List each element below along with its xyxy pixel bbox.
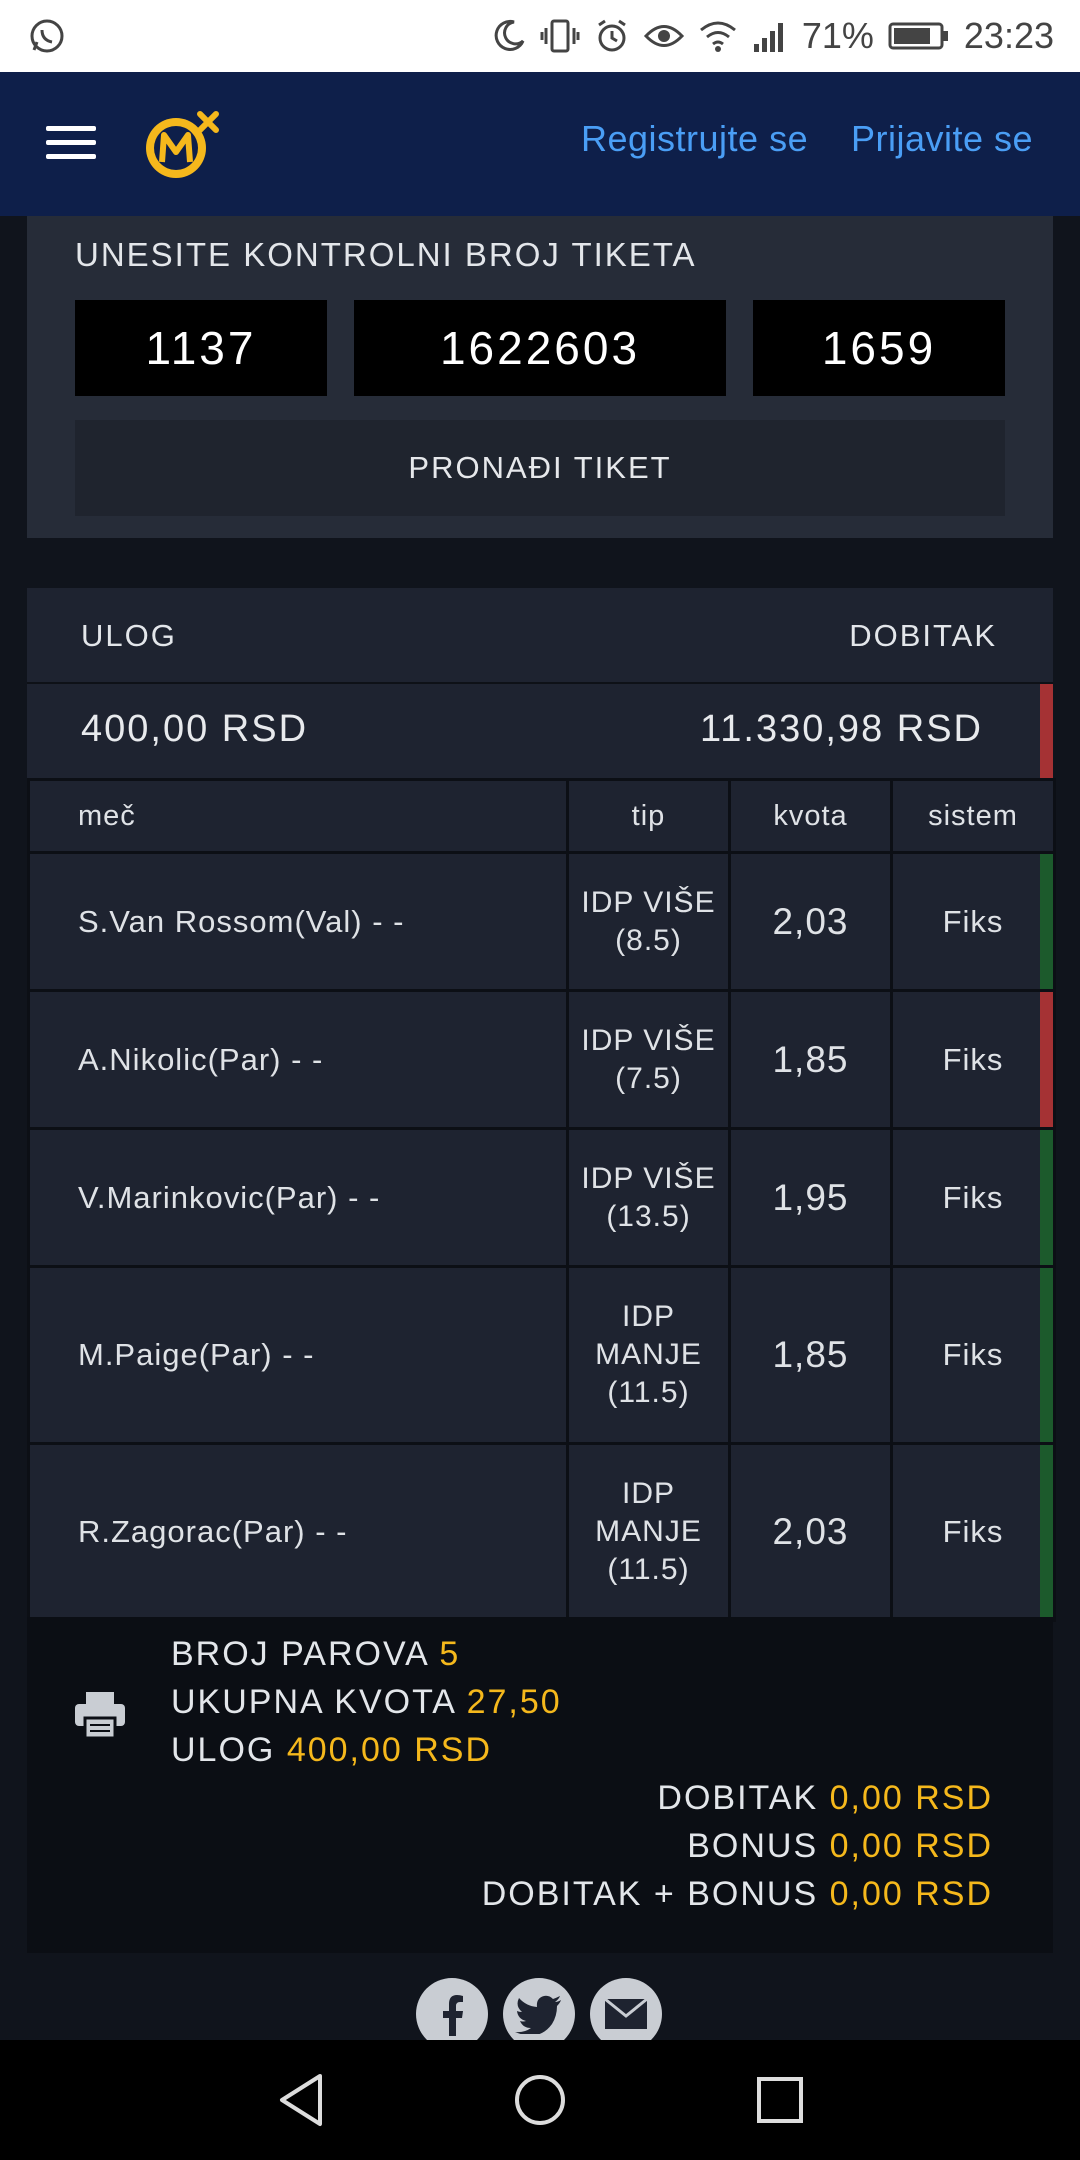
system-label: Fiks — [942, 1337, 1004, 1372]
total-odd-value: 27,50 — [466, 1683, 562, 1721]
picks-header-row: meč tip kvota sistem — [27, 778, 1056, 854]
row-status-stripe — [1040, 1268, 1053, 1442]
menu-icon[interactable] — [46, 126, 96, 162]
match-name: A.Nikolic(Par) - - — [27, 989, 569, 1130]
summary-stake-value: 400,00 RSD — [286, 1731, 493, 1769]
login-link[interactable]: Prijavite se — [851, 118, 1033, 160]
ticket: ULOG DOBITAK 400,00 RSD 11.330,98 RSD me… — [27, 588, 1056, 1622]
win-bonus-label: DOBITAK + BONUS — [481, 1875, 819, 1913]
system-value: Fiks — [890, 1265, 1056, 1445]
summary-win-label: DOBITAK — [657, 1779, 819, 1817]
navigation-bar — [0, 2040, 1080, 2160]
column-header-tip: tip — [566, 778, 731, 854]
total-odd-line: UKUPNA KVOTA 27,50 — [171, 1683, 562, 1722]
column-header-match: meč — [27, 778, 569, 854]
control-number-field-2[interactable]: 1622603 — [354, 300, 726, 396]
match-name: R.Zagorac(Par) - - — [27, 1442, 569, 1622]
odd-value: 1,95 — [728, 1127, 893, 1268]
summary-stake-label: ULOG — [171, 1731, 276, 1769]
row-status-stripe — [1040, 992, 1053, 1127]
tip-value: IDP VIŠE (7.5) — [566, 989, 731, 1130]
whatsapp-icon — [28, 17, 66, 55]
print-icon[interactable] — [73, 1690, 127, 1740]
control-number-field-1[interactable]: 1137 — [75, 300, 327, 396]
back-icon[interactable] — [276, 2070, 326, 2135]
system-value: Fiks — [890, 989, 1056, 1130]
moon-icon — [492, 19, 526, 53]
vibrate-icon — [540, 18, 580, 54]
battery-percent: 71% — [801, 15, 874, 56]
table-row: A.Nikolic(Par) - - IDP VIŠE (7.5) 1,85 F… — [27, 989, 1056, 1130]
pairs-label: BROJ PAROVA — [171, 1635, 428, 1673]
register-link[interactable]: Registrujte se — [581, 118, 808, 160]
tip-value: IDP VIŠE (8.5) — [566, 851, 731, 992]
win-bonus-line: DOBITAK + BONUS 0,00 RSD — [482, 1875, 993, 1914]
win-value: 11.330,98 RSD — [699, 708, 983, 750]
home-icon[interactable] — [514, 2070, 566, 2135]
table-row: S.Van Rossom(Val) - - IDP VIŠE (8.5) 2,0… — [27, 851, 1056, 992]
alarm-icon — [594, 18, 630, 54]
win-label: DOBITAK — [849, 618, 997, 653]
odd-value: 1,85 — [728, 989, 893, 1130]
system-label: Fiks — [942, 1041, 1004, 1077]
ticket-summary: BROJ PAROVA 5 UKUPNA KVOTA 27,50 ULOG 40… — [27, 1617, 1053, 1953]
system-label: Fiks — [942, 903, 1004, 939]
ticket-amounts: 400,00 RSD 11.330,98 RSD — [27, 684, 1053, 778]
signal-icon — [752, 20, 788, 52]
summary-win-value: 0,00 RSD — [829, 1779, 993, 1817]
picks-table: meč tip kvota sistem S.Van Rossom(Val) -… — [27, 778, 1056, 1622]
match-name: M.Paige(Par) - - — [27, 1265, 569, 1445]
find-ticket-button[interactable]: PRONAĐI TIKET — [75, 420, 1005, 516]
stake-line: ULOG 400,00 RSD — [171, 1731, 492, 1770]
row-status-stripe — [1040, 854, 1053, 989]
win-line: DOBITAK 0,00 RSD — [657, 1779, 993, 1818]
stake-value: 400,00 RSD — [81, 708, 309, 750]
control-number-title: UNESITE KONTROLNI BROJ TIKETA — [75, 236, 697, 273]
mozzart-logo[interactable] — [142, 110, 222, 182]
system-value: Fiks — [890, 851, 1056, 992]
bonus-line: BONUS 0,00 RSD — [687, 1827, 993, 1866]
table-row: M.Paige(Par) - - IDP MANJE (11.5) 1,85 F… — [27, 1265, 1056, 1445]
system-label: Fiks — [942, 1514, 1004, 1549]
ticket-status-stripe — [1040, 684, 1053, 778]
app-header: Registrujte se Prijavite se — [0, 72, 1080, 216]
stake-label: ULOG — [81, 618, 177, 653]
clock: 23:23 — [963, 15, 1054, 56]
tip-value: IDP MANJE (11.5) — [566, 1442, 731, 1622]
recents-icon[interactable] — [756, 2070, 804, 2135]
ticket-header: ULOG DOBITAK — [27, 588, 1053, 684]
bonus-label: BONUS — [687, 1827, 819, 1865]
row-status-stripe — [1040, 1130, 1053, 1265]
pairs-line: BROJ PAROVA 5 — [171, 1635, 460, 1674]
table-row: R.Zagorac(Par) - - IDP MANJE (11.5) 2,03… — [27, 1442, 1056, 1622]
table-row: V.Marinkovic(Par) - - IDP VIŠE (13.5) 1,… — [27, 1127, 1056, 1268]
odd-value: 1,85 — [728, 1265, 893, 1445]
status-bar: 71% 23:23 — [0, 0, 1080, 72]
row-status-stripe — [1040, 1445, 1053, 1619]
wifi-icon — [698, 20, 738, 52]
total-odd-label: UKUPNA KVOTA — [171, 1683, 456, 1721]
pairs-value: 5 — [439, 1635, 461, 1673]
match-name: S.Van Rossom(Val) - - — [27, 851, 569, 992]
column-header-odd: kvota — [728, 778, 893, 854]
bonus-value: 0,00 RSD — [829, 1827, 993, 1865]
odd-value: 2,03 — [728, 1442, 893, 1622]
eye-icon — [643, 21, 684, 51]
column-header-system: sistem — [890, 778, 1056, 854]
control-number-panel: UNESITE KONTROLNI BROJ TIKETA 1137 16226… — [27, 216, 1053, 538]
system-label: Fiks — [942, 1179, 1004, 1215]
match-name: V.Marinkovic(Par) - - — [27, 1127, 569, 1268]
battery-icon — [888, 21, 950, 51]
tip-value: IDP VIŠE (13.5) — [566, 1127, 731, 1268]
win-bonus-value: 0,00 RSD — [829, 1875, 993, 1913]
system-value: Fiks — [890, 1442, 1056, 1622]
control-number-field-3[interactable]: 1659 — [753, 300, 1005, 396]
system-value: Fiks — [890, 1127, 1056, 1268]
odd-value: 2,03 — [728, 851, 893, 992]
tip-value: IDP MANJE (11.5) — [566, 1265, 731, 1445]
